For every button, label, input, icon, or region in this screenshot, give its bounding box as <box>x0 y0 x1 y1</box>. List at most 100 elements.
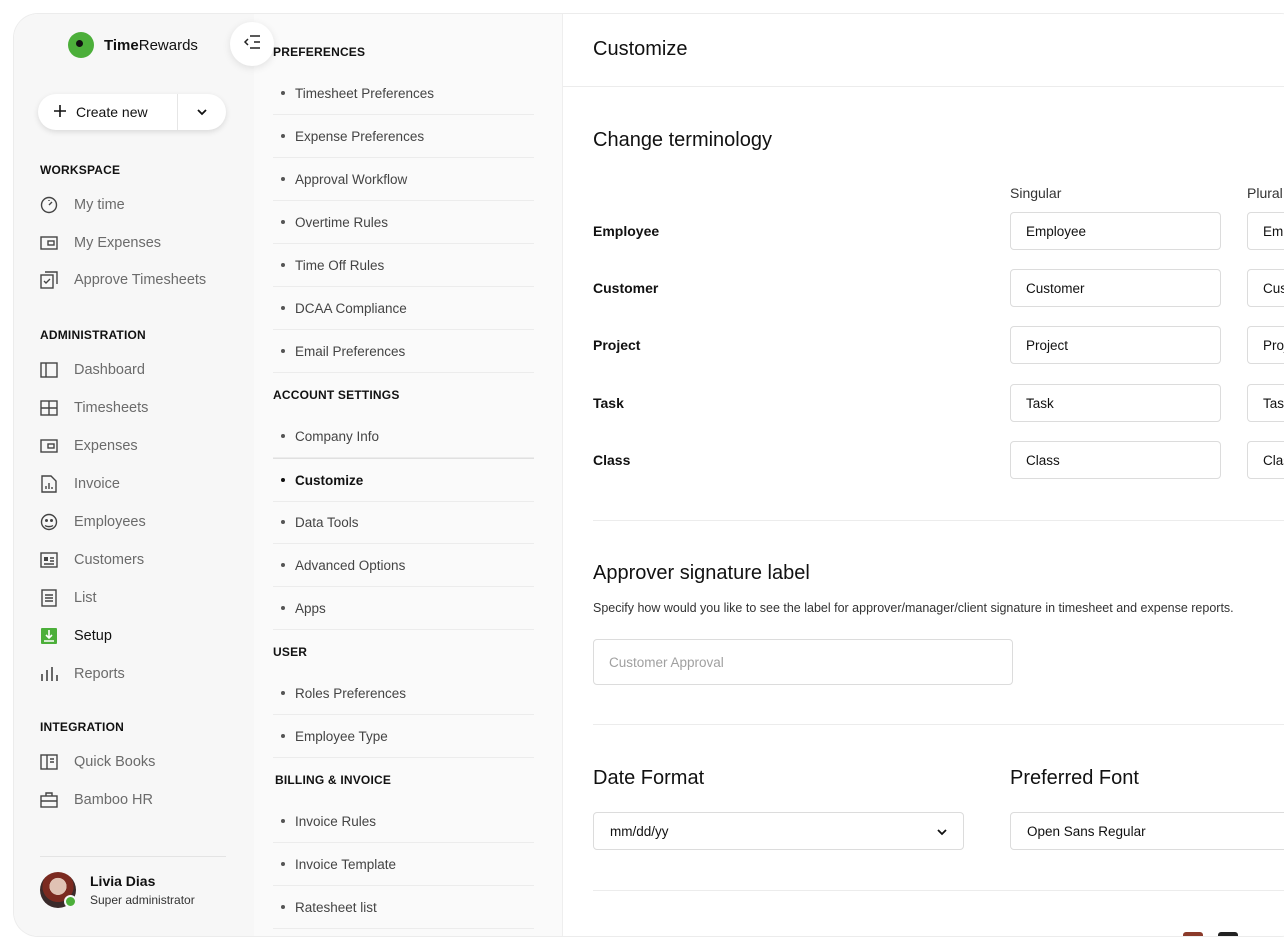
bullet-icon <box>281 306 285 310</box>
settings-item-label: Email Preferences <box>295 343 406 359</box>
approver-signature-description: Specify how would you like to see the la… <box>593 601 1234 615</box>
settings-item-overtime-rules[interactable]: Overtime Rules <box>273 201 534 244</box>
preferred-font-value: Open Sans Regular <box>1027 823 1146 839</box>
settings-item-label: Approval Workflow <box>295 171 408 187</box>
settings-item-apps[interactable]: Apps <box>273 587 534 630</box>
settings-item-data-tools[interactable]: Data Tools <box>273 501 534 544</box>
administration-section-title: ADMINISTRATION <box>40 328 146 342</box>
settings-menu: PREFERENCES Timesheet Preferences Expens… <box>254 14 563 936</box>
create-new-label: Create new <box>76 104 148 120</box>
settings-item-approval-workflow[interactable]: Approval Workflow <box>273 158 534 201</box>
settings-item-label: Customize <box>295 472 364 488</box>
sidebar-item-list[interactable]: List <box>40 587 97 609</box>
employee-plural-input[interactable]: Employees <box>1247 212 1284 250</box>
settings-item-ratesheet-list[interactable]: Ratesheet list <box>273 886 534 929</box>
singular-column-header: Singular <box>1010 185 1062 201</box>
settings-item-label: Roles Preferences <box>295 685 407 701</box>
settings-item-customize[interactable]: Customize <box>273 458 534 502</box>
settings-item-label: Employee Type <box>295 728 388 744</box>
bullet-icon <box>281 905 285 909</box>
bullet-icon <box>281 862 285 866</box>
sidebar-item-setup[interactable]: Setup <box>40 625 112 647</box>
settings-item-timesheet-preferences[interactable]: Timesheet Preferences <box>273 72 534 115</box>
project-singular-input[interactable]: Project <box>1010 326 1221 364</box>
user-role: Super administrator <box>90 893 195 907</box>
sidebar-item-reports[interactable]: Reports <box>40 663 125 685</box>
collapse-sidebar-button[interactable] <box>230 22 274 66</box>
sidebar-item-employees[interactable]: Employees <box>40 511 146 533</box>
settings-item-label: Invoice Template <box>295 856 397 872</box>
billing-invoice-section-title: BILLING & INVOICE <box>275 773 392 787</box>
avatar <box>40 872 77 908</box>
sidebar-item-timesheets[interactable]: Timesheets <box>40 397 148 419</box>
customer-singular-input[interactable]: Customer <box>1010 269 1221 307</box>
settings-item-employee-type[interactable]: Employee Type <box>273 715 534 758</box>
settings-item-label: Overtime Rules <box>295 214 389 230</box>
terminology-row-label: Customer <box>593 280 659 296</box>
briefcase-icon <box>40 791 58 809</box>
task-singular-input[interactable]: Task <box>1010 384 1221 422</box>
id-card-icon <box>40 551 58 569</box>
settings-item-label: Data Tools <box>295 514 359 530</box>
settings-item-label: Ratesheet list <box>295 899 377 915</box>
app-name: TimeRewards <box>104 36 198 54</box>
sidebar-item-label: Reports <box>74 666 125 682</box>
color-swatch-brown[interactable] <box>1183 932 1203 936</box>
class-singular-input[interactable]: Class <box>1010 441 1221 479</box>
class-plural-input[interactable]: Classes <box>1247 441 1284 479</box>
plus-icon <box>54 104 66 120</box>
preferred-font-select[interactable]: Open Sans Regular <box>1010 812 1284 850</box>
chevron-down-icon <box>937 824 947 839</box>
color-swatch-black[interactable] <box>1218 932 1238 936</box>
settings-item-time-off-rules[interactable]: Time Off Rules <box>273 244 534 287</box>
settings-item-company-info[interactable]: Company Info <box>273 415 534 458</box>
sidebar: TimeRewards Create new WORKSPACE My time <box>14 14 254 936</box>
bullet-icon <box>281 177 285 181</box>
date-format-heading: Date Format <box>593 767 705 789</box>
sidebar-item-customers[interactable]: Customers <box>40 549 144 571</box>
bullet-icon <box>281 691 285 695</box>
sidebar-item-label: Expenses <box>74 438 138 454</box>
workspace-section-title: WORKSPACE <box>40 163 121 177</box>
project-plural-input[interactable]: Projects <box>1247 326 1284 364</box>
sidebar-item-my-expenses[interactable]: My Expenses <box>40 232 161 254</box>
approver-signature-input[interactable]: Customer Approval <box>593 639 1013 685</box>
customer-plural-input[interactable]: Customers <box>1247 269 1284 307</box>
terminology-row-label: Class <box>593 452 631 468</box>
settings-item-invoice-template[interactable]: Invoice Template <box>273 843 534 886</box>
sidebar-item-label: List <box>74 590 97 606</box>
date-format-select[interactable]: mm/dd/yy <box>593 812 964 850</box>
sidebar-item-bamboo-hr[interactable]: Bamboo HR <box>40 789 153 811</box>
account-settings-section-title: ACCOUNT SETTINGS <box>273 388 400 402</box>
sidebar-item-expenses[interactable]: Expenses <box>40 435 138 457</box>
sidebar-item-invoice[interactable]: Invoice <box>40 473 120 495</box>
bullet-icon <box>281 606 285 610</box>
sidebar-item-label: Invoice <box>74 476 120 492</box>
dashboard-icon <box>40 361 58 379</box>
sidebar-item-label: Dashboard <box>74 362 145 378</box>
settings-item-invoice-rules[interactable]: Invoice Rules <box>273 800 534 843</box>
sidebar-item-dashboard[interactable]: Dashboard <box>40 359 145 381</box>
user-section-title: USER <box>273 645 308 659</box>
settings-item-roles-preferences[interactable]: Roles Preferences <box>273 672 534 715</box>
settings-item-advanced-options[interactable]: Advanced Options <box>273 544 534 587</box>
bullet-icon <box>281 220 285 224</box>
create-new-button[interactable]: Create new <box>38 94 177 130</box>
employee-singular-input[interactable]: Employee <box>1010 212 1221 250</box>
settings-item-label: Time Off Rules <box>295 257 385 273</box>
settings-item-dcaa-compliance[interactable]: DCAA Compliance <box>273 287 534 330</box>
sidebar-item-quick-books[interactable]: Quick Books <box>40 751 155 773</box>
user-profile[interactable]: Livia Dias Super administrator <box>40 872 195 908</box>
app-logo[interactable]: TimeRewards <box>68 32 198 58</box>
settings-item-email-preferences[interactable]: Email Preferences <box>273 330 534 373</box>
sidebar-item-label: Bamboo HR <box>74 792 153 808</box>
sidebar-item-approve-timesheets[interactable]: Approve Timesheets <box>40 269 206 291</box>
terminology-row-label: Project <box>593 337 641 353</box>
online-status-dot <box>64 895 77 908</box>
wallet-icon <box>40 234 58 252</box>
settings-item-expense-preferences[interactable]: Expense Preferences <box>273 115 534 158</box>
create-new-dropdown[interactable] <box>178 94 226 130</box>
settings-item-label: Company Info <box>295 428 380 444</box>
task-plural-input[interactable]: Tasks <box>1247 384 1284 422</box>
sidebar-item-my-time[interactable]: My time <box>40 194 125 216</box>
